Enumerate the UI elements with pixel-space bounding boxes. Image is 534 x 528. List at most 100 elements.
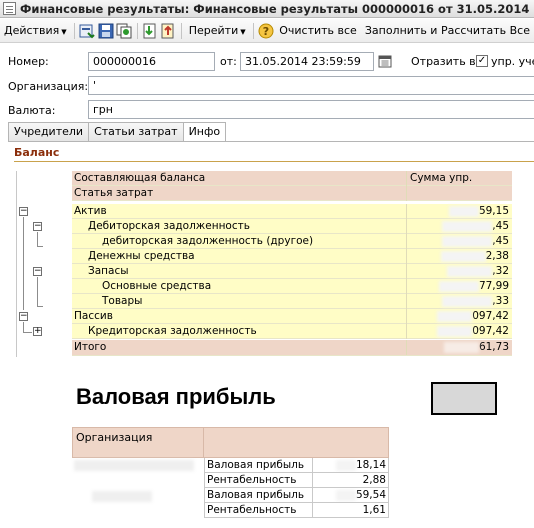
table-row[interactable]: Денежны средства 2,38	[72, 249, 512, 264]
toolbar-separator	[252, 22, 254, 39]
org-name-redacted	[92, 491, 152, 502]
org-header-cell: Организация	[72, 427, 204, 458]
table-row[interactable]: Актив 59,15	[72, 204, 512, 219]
tree-line	[23, 322, 24, 332]
header-empty-cell	[204, 427, 389, 458]
currency-label: Валюта:	[8, 104, 56, 117]
row-value: 097,42	[406, 324, 512, 339]
tree-line	[23, 332, 32, 333]
tab-divider	[8, 141, 534, 142]
header-empty	[406, 186, 512, 201]
row-value: ,33	[406, 294, 512, 309]
collapse-receivables-icon[interactable]: −	[33, 222, 42, 231]
report-subheader-row: Статья затрат	[72, 186, 512, 201]
section-divider	[14, 161, 534, 162]
indicator-box	[431, 382, 497, 415]
row-label: Товары	[102, 295, 143, 307]
tab-founders[interactable]: Учредители	[8, 122, 90, 141]
collapse-passiv-icon[interactable]: −	[19, 312, 28, 321]
tree-line	[23, 217, 24, 310]
metric-label: Рентабельность	[204, 503, 313, 518]
header-cost-item: Статья затрат	[74, 187, 154, 199]
collapse-aktiv-icon[interactable]: −	[19, 207, 28, 216]
gross-profit-title: Валовая прибыль	[76, 384, 276, 409]
number-field[interactable]: 000000016	[88, 52, 215, 71]
metric-value: 59,54	[313, 488, 389, 503]
date-field[interactable]: 31.05.2014 23:59:59	[240, 52, 374, 71]
tree-line	[37, 306, 43, 307]
tree-line	[37, 232, 38, 246]
collapse-stocks-icon[interactable]: −	[33, 267, 42, 276]
org-header: Организация	[76, 431, 153, 444]
row-value: ,45	[406, 219, 512, 234]
clear-all-button[interactable]: Очистить все	[275, 24, 361, 37]
fill-calculate-all-button[interactable]: Заполнить и Рассчитать Все	[361, 24, 534, 37]
metric-value: 2,88	[313, 473, 389, 488]
total-value: 61,73	[406, 340, 512, 355]
metric-value: 1,61	[313, 503, 389, 518]
reflect-checkbox-label: упр. учет	[491, 55, 534, 68]
document-icon	[3, 2, 16, 15]
metric-value: 18,14	[313, 458, 389, 473]
copy-icon[interactable]	[116, 22, 133, 40]
org-name-redacted	[74, 460, 194, 471]
actions-menu[interactable]: Действия ▼	[0, 24, 71, 37]
save-post-icon[interactable]	[79, 22, 96, 40]
row-label: дебиторская задолженность (другое)	[102, 235, 314, 247]
expand-payables-icon[interactable]: +	[33, 327, 42, 336]
tab-strip: Учредители Статьи затрат Инфо	[8, 122, 227, 142]
help-icon[interactable]: ?	[258, 22, 275, 40]
toolbar-separator	[136, 22, 138, 39]
row-label: Основные средства	[102, 280, 212, 292]
row-value: 59,15	[406, 204, 512, 219]
window-title: Финансовые результаты: Финансовые резуль…	[20, 1, 534, 16]
metric-label: Валовая прибыль	[204, 458, 313, 473]
metric-label: Рентабельность	[204, 473, 313, 488]
row-label: Запасы	[88, 265, 129, 277]
window-titlebar: Финансовые результаты: Финансовые резуль…	[0, 0, 534, 18]
document-down-icon[interactable]	[141, 22, 158, 40]
table-row[interactable]: Товары ,33	[72, 294, 512, 309]
number-label: Номер:	[8, 55, 49, 68]
tree-line	[37, 277, 38, 306]
table-row[interactable]: дебиторская задолженность (другое) ,45	[72, 234, 512, 249]
calendar-icon[interactable]	[376, 52, 394, 70]
row-label: Актив	[74, 205, 107, 217]
toolbar-separator	[180, 22, 182, 39]
svg-text:?: ?	[263, 25, 269, 38]
table-row[interactable]: Дебиторская задолженность ,45	[72, 219, 512, 234]
save-icon[interactable]	[97, 22, 114, 40]
row-label: Дебиторская задолженность	[88, 220, 250, 232]
row-value: 2,38	[406, 249, 512, 264]
toolbar: Действия ▼ Перейти ▼ ? Очистить все Заполн…	[0, 19, 534, 43]
row-value: ,32	[406, 264, 512, 279]
report-header-row: Составляющая баланса Сумма упр.	[72, 171, 512, 186]
reflect-label: Отразить в:	[411, 55, 480, 68]
row-value: 77,99	[406, 279, 512, 294]
table-row[interactable]: Пассив 097,42	[72, 309, 512, 324]
table-row[interactable]: Основные средства 77,99	[72, 279, 512, 294]
row-value: 097,42	[406, 309, 512, 324]
table-row[interactable]: Кредиторская задолженность 097,42	[72, 324, 512, 339]
toolbar-separator	[73, 22, 75, 39]
row-label: Пассив	[74, 310, 113, 322]
gutter-line	[16, 171, 17, 357]
document-up-icon[interactable]	[160, 22, 177, 40]
goto-menu[interactable]: Перейти ▼	[185, 24, 250, 37]
header-amount: Сумма упр.	[406, 171, 512, 186]
tab-cost-items[interactable]: Статьи затрат	[88, 122, 184, 141]
balance-section-title: Баланс	[14, 146, 60, 159]
reflect-checkbox[interactable]: ✓	[476, 55, 488, 67]
date-label: от:	[220, 55, 237, 68]
tab-info[interactable]: Инфо	[182, 122, 227, 142]
chevron-down-icon: ▼	[240, 28, 246, 36]
currency-field[interactable]: грн	[88, 100, 534, 119]
total-row: Итого 61,73	[72, 340, 512, 356]
header-component: Составляющая баланса	[74, 172, 206, 184]
chevron-down-icon: ▼	[61, 28, 67, 36]
organization-field[interactable]: '	[88, 76, 534, 95]
organization-label: Организация:	[8, 80, 89, 93]
total-label: Итого	[74, 341, 107, 353]
table-row[interactable]: Запасы ,32	[72, 264, 512, 279]
metric-label: Валовая прибыль	[204, 488, 313, 503]
